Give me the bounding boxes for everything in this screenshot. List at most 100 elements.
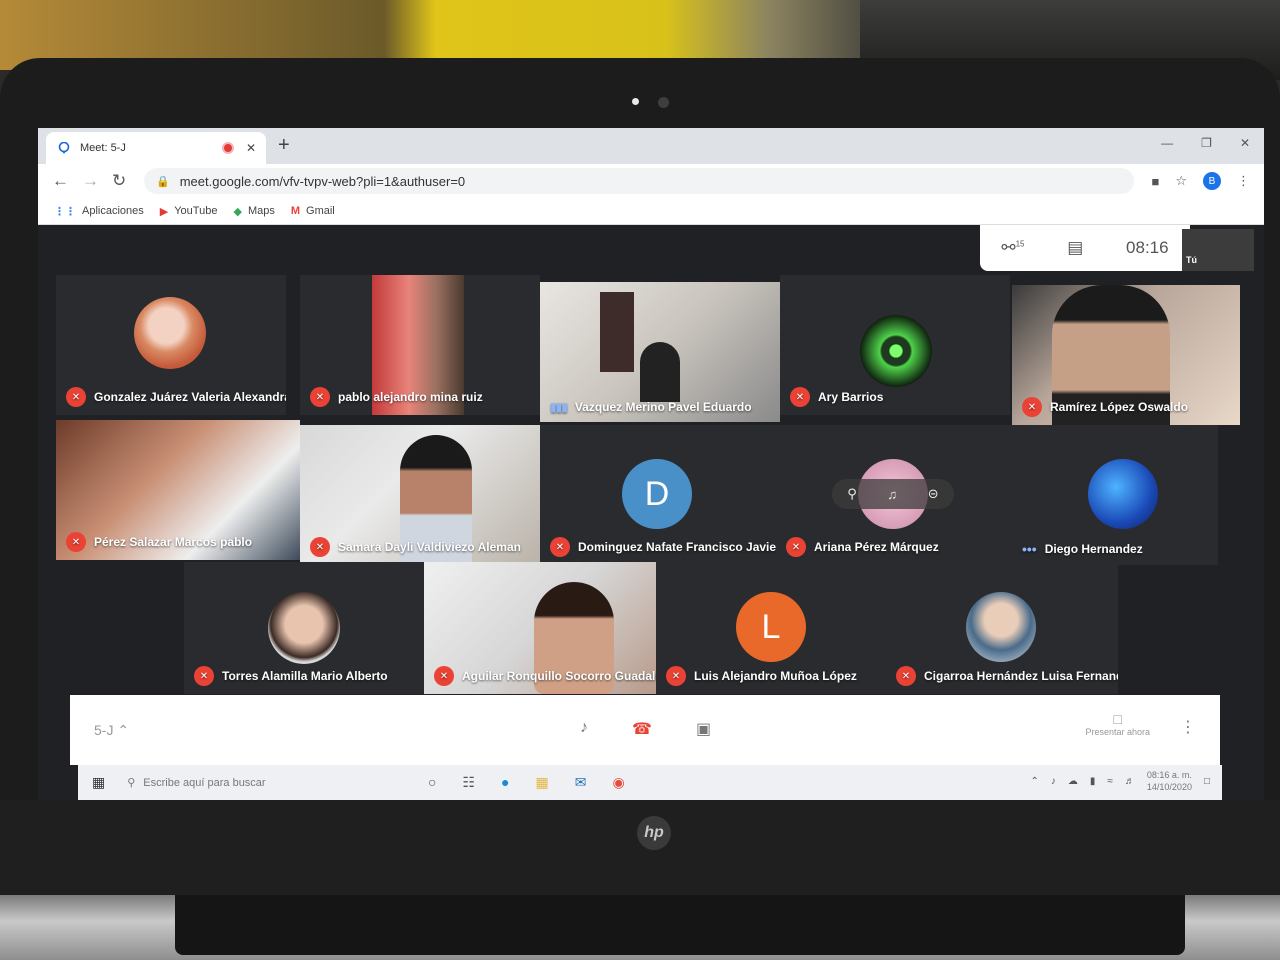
call-controls: ♪ ☎ ▣ [580, 719, 711, 739]
browser-tab-bar: Meet: 5-J ✕ + — ❐ ✕ [38, 128, 1264, 164]
camera-icon[interactable]: ▣ [696, 719, 711, 739]
participant-tile[interactable]: ▮▮▮ Vazquez Merino Pavel Eduardo [540, 282, 780, 422]
participant-name: Aguilar Ronquillo Socorro Guadalupe [462, 669, 656, 683]
back-arrow-icon[interactable]: ← [52, 171, 69, 191]
camera-permission-icon[interactable]: ■ [1151, 174, 1159, 189]
participant-name: Cigarroa Hernández Luisa Fernanda [924, 669, 1118, 683]
mail-icon[interactable]: ✉ [575, 774, 587, 791]
new-tab-button[interactable]: + [278, 134, 290, 157]
tray-mic-icon[interactable]: ♪ [1051, 776, 1056, 787]
taskbar-clock[interactable]: 08:16 a. m. 14/10/2020 [1147, 769, 1192, 793]
remove-participant-icon[interactable]: ⊝ [928, 486, 939, 502]
participant-tile[interactable]: ✕ Aguilar Ronquillo Socorro Guadalupe [424, 562, 656, 694]
mic-off-icon: ✕ [550, 537, 570, 557]
mic-off-icon: ✕ [66, 532, 86, 552]
participant-tile[interactable]: ⚲ ♫ ⊝ ✕ Ariana Pérez Márquez [776, 425, 1012, 565]
profile-avatar[interactable]: B [1203, 172, 1221, 190]
bookmark-aplicaciones[interactable]: ⋮⋮ Aplicaciones [54, 205, 144, 218]
address-bar[interactable]: 🔒 meet.google.com/vfv-tvpv-web?pli=1&aut… [144, 168, 1134, 194]
present-icon: □ [1113, 711, 1122, 727]
close-tab-icon[interactable]: ✕ [246, 141, 256, 155]
chrome-icon[interactable]: ◉ [612, 774, 624, 791]
participant-tile[interactable]: ✕ pablo alejandro mina ruiz [300, 275, 540, 415]
participant-tile[interactable]: ✕ Ary Barrios [780, 275, 1010, 415]
close-window-icon[interactable]: ✕ [1240, 136, 1250, 150]
onedrive-icon[interactable]: ☁ [1068, 776, 1078, 787]
tab-meet[interactable]: Meet: 5-J ✕ [46, 132, 266, 164]
meeting-clock: 08:16 [1126, 238, 1169, 257]
radiation-avatar [860, 315, 932, 387]
participant-avatar [134, 297, 206, 369]
participant-tile[interactable]: ••• Diego Hernandez [1012, 425, 1218, 565]
mic-off-icon: ✕ [434, 666, 454, 686]
people-icon[interactable]: ⚯15 [1001, 238, 1024, 258]
microphone-icon[interactable]: ♪ [580, 719, 588, 739]
tab-title: Meet: 5-J [80, 142, 126, 154]
edge-icon[interactable]: ● [501, 774, 509, 791]
restore-icon[interactable]: ❐ [1201, 136, 1212, 150]
meet-participant-grid: ✕ Gonzalez Juárez Valeria Alexandra ✕ pabl… [38, 225, 1264, 695]
hang-up-icon[interactable]: ☎ [632, 719, 652, 739]
participant-avatar [268, 592, 340, 664]
participant-tile[interactable]: ✕ Pérez Salazar Marcos pablo [56, 420, 300, 560]
volume-icon[interactable]: ♬ [1125, 776, 1135, 787]
participant-avatar [1088, 459, 1158, 529]
laptop-screen: Meet: 5-J ✕ + — ❐ ✕ ← → ↻ 🔒 meet.google.… [38, 128, 1264, 800]
browser-toolbar: ← → ↻ 🔒 meet.google.com/vfv-tvpv-web?pli… [38, 164, 1264, 199]
self-view-tile[interactable]: Tú [1182, 229, 1254, 271]
mic-off-icon: ✕ [310, 387, 330, 407]
pin-icon[interactable]: ⚲ [847, 486, 857, 502]
windows-taskbar: ▦ ⚲ Escribe aquí para buscar ○ ☷ ● ▦ ✉ ◉… [78, 765, 1222, 800]
chat-icon[interactable]: ▤ [1067, 238, 1083, 258]
taskbar-search[interactable]: ⚲ Escribe aquí para buscar [127, 776, 266, 790]
participant-tile[interactable]: ✕ Gonzalez Juárez Valeria Alexandra [56, 275, 286, 415]
notifications-icon[interactable]: □ [1204, 776, 1210, 787]
recording-indicator-icon [221, 142, 234, 154]
participant-tile[interactable]: ✕ Samara Dayli Valdiviezo Aleman [300, 425, 540, 565]
participant-name: Ariana Pérez Márquez [814, 540, 939, 554]
tray-arrow-icon[interactable]: ⌃ [1031, 776, 1039, 787]
taskbar-apps: ○ ☷ ● ▦ ✉ ◉ [428, 774, 625, 791]
mic-off-icon: ✕ [896, 666, 916, 686]
participant-tile[interactable]: ✕ Cigarroa Hernández Luisa Fernanda [886, 562, 1118, 694]
meet-top-panel: ⚯15 ▤ 08:16 [980, 225, 1190, 271]
webcam-lens [658, 97, 669, 108]
video-door [600, 292, 634, 372]
bookmark-maps[interactable]: ◆ Maps [233, 205, 274, 218]
window-controls: — ❐ ✕ [1161, 136, 1250, 150]
video-person [640, 342, 680, 402]
participant-tile[interactable]: ✕ Ramírez López Oswaldo [1012, 285, 1240, 425]
bookmark-gmail[interactable]: M Gmail [291, 205, 335, 217]
forward-arrow-icon[interactable]: → [82, 171, 99, 191]
bookmark-star-icon[interactable]: ☆ [1175, 173, 1187, 189]
participant-name: Samara Dayli Valdiviezo Aleman [338, 540, 521, 554]
laptop-chin [0, 800, 1280, 900]
participant-tile[interactable]: L ✕ Luis Alejandro Muñoa López [656, 562, 886, 694]
file-explorer-icon[interactable]: ▦ [536, 774, 549, 791]
present-now-button[interactable]: □ Presentar ahora [1085, 711, 1150, 737]
wifi-icon[interactable]: ≈ [1107, 776, 1113, 787]
participant-tile[interactable]: ✕ Torres Alamilla Mario Alberto [184, 562, 424, 694]
lock-icon: 🔒 [156, 175, 170, 188]
task-view-icon[interactable]: ☷ [462, 774, 475, 791]
youtube-icon: ▶ [159, 205, 169, 218]
battery-icon[interactable]: ▮ [1090, 776, 1096, 787]
bookmark-youtube[interactable]: ▶ YouTube [160, 205, 218, 218]
laptop-hinge [175, 895, 1185, 955]
apps-grid-icon: ⋮⋮ [54, 205, 76, 218]
windows-start-icon[interactable]: ▦ [92, 774, 105, 791]
meet-controls-bar: 5-J ⌃ ♪ ☎ ▣ □ Presentar ahora ⋮ [70, 695, 1220, 765]
search-icon: ⚲ [127, 777, 136, 789]
cortana-icon[interactable]: ○ [428, 774, 436, 791]
menu-kebab-icon[interactable]: ⋮ [1237, 173, 1250, 189]
mute-participant-icon[interactable]: ♫ [887, 487, 897, 502]
participant-tile[interactable]: D ✕ Dominguez Nafate Francisco Javier [540, 425, 776, 565]
search-placeholder: Escribe aquí para buscar [143, 776, 266, 789]
minimize-icon[interactable]: — [1161, 136, 1173, 150]
reload-icon[interactable]: ↻ [112, 171, 126, 191]
participant-name: Ramírez López Oswaldo [1050, 400, 1189, 414]
participant-avatar [966, 592, 1036, 662]
meeting-code[interactable]: 5-J ⌃ [94, 722, 129, 739]
more-options-icon[interactable]: ⋮ [1180, 717, 1196, 737]
avatar-initial-d: D [622, 459, 692, 529]
